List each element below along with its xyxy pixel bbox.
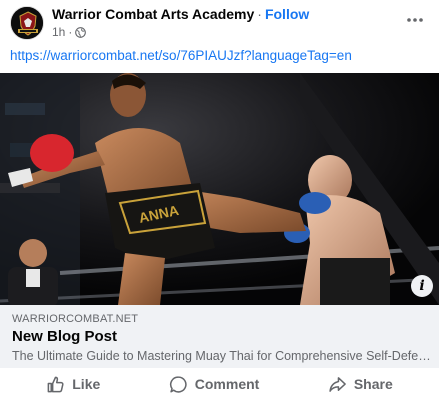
meta-separator: · [68,25,73,39]
more-horizontal-icon [407,18,423,22]
share-button[interactable]: Share [318,371,403,398]
page-avatar[interactable] [10,6,44,40]
comment-label: Comment [194,376,260,392]
title-separator: · [257,6,262,22]
academy-logo-icon [11,7,43,39]
muay-thai-fight-photo: ANNA [0,73,439,305]
follow-button[interactable]: Follow [265,6,309,22]
preview-description: The Ultimate Guide to Mastering Muay Tha… [12,349,432,363]
post-meta: 1h · [52,25,87,39]
share-label: Share [353,376,393,392]
post-header: Warrior Combat Arts Academy · Follow 1h · [0,0,439,44]
link-preview-card[interactable]: WARRIORCOMBAT.NET New Blog Post The Ulti… [0,305,439,368]
comment-button[interactable]: Comment [159,371,270,398]
globe-icon [75,26,87,38]
comment-bubble-icon [169,375,187,393]
page-title-line: Warrior Combat Arts Academy · Follow [52,6,309,22]
post-timestamp[interactable]: 1h [52,25,65,39]
like-button[interactable]: Like [36,371,110,398]
like-label: Like [72,376,101,392]
page-name-link[interactable]: Warrior Combat Arts Academy [52,6,254,22]
info-icon[interactable]: i [411,275,433,297]
share-arrow-icon [329,376,346,392]
more-options-button[interactable] [405,10,425,30]
post-actions-bar: Like Comment Share [0,368,439,400]
thumbs-up-icon [47,376,64,392]
preview-domain: WARRIORCOMBAT.NET [12,313,139,325]
preview-title: New Blog Post [12,328,118,345]
link-preview-image[interactable]: ANNA i [0,73,439,305]
post-url-link[interactable]: https://warriorcombat.net/so/76PIAUJzf?l… [10,48,352,63]
